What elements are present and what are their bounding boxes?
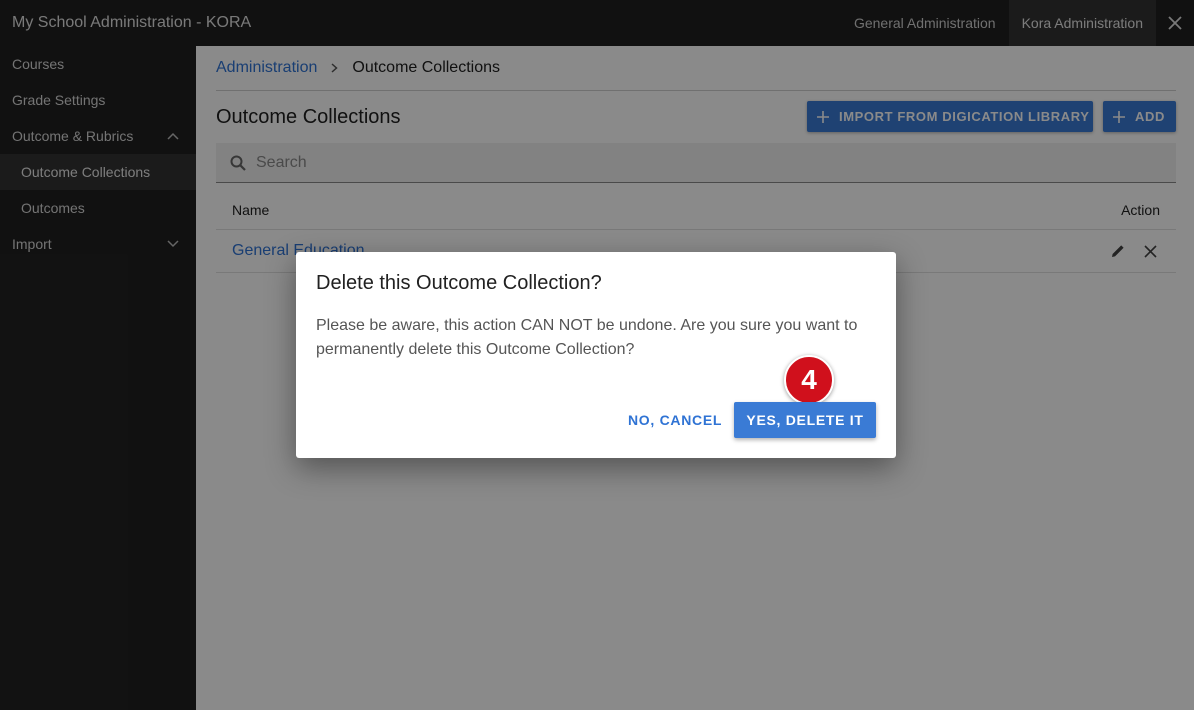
dialog-title: Delete this Outcome Collection? [316,272,602,294]
cancel-button[interactable]: NO, CANCEL [620,402,730,438]
step-number-badge: 4 [784,355,834,405]
dialog-message: Please be aware, this action CAN NOT be … [316,317,858,358]
confirm-delete-button[interactable]: YES, DELETE IT [734,402,876,438]
delete-confirmation-dialog: Delete this Outcome Collection? Please b… [296,252,896,458]
